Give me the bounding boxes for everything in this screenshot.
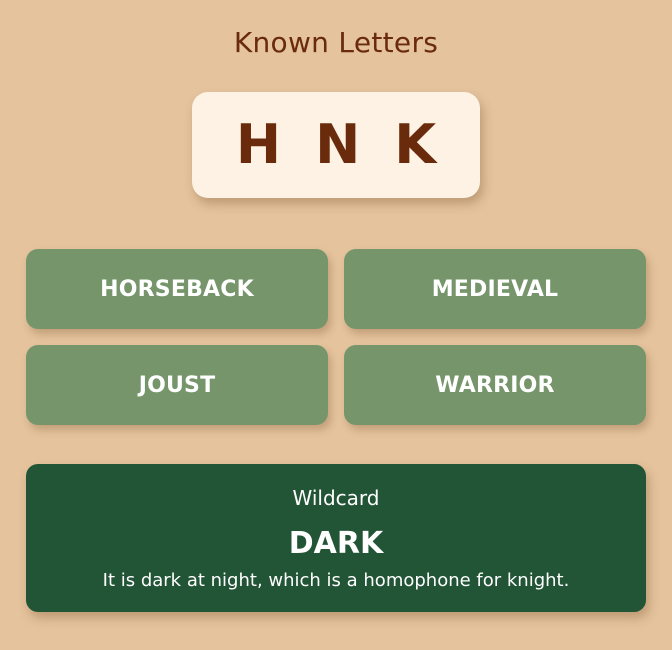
known-letter: K: [394, 113, 437, 176]
known-letter: H: [235, 113, 282, 176]
clue-tile-warrior[interactable]: WARRIOR: [344, 345, 646, 425]
clue-tile-medieval[interactable]: MEDIEVAL: [344, 249, 646, 329]
clue-tile-joust[interactable]: JOUST: [26, 345, 328, 425]
wildcard-panel: Wildcard DARK It is dark at night, which…: [26, 464, 646, 612]
wildcard-explanation: It is dark at night, which is a homophon…: [102, 570, 570, 591]
known-letter: N: [315, 113, 361, 176]
page-title: Known Letters: [233, 26, 439, 59]
clue-tile-horseback[interactable]: HORSEBACK: [26, 249, 328, 329]
wildcard-label: Wildcard: [292, 486, 380, 510]
wildcard-word: DARK: [288, 526, 384, 561]
known-letters-box: H N K: [192, 92, 480, 198]
